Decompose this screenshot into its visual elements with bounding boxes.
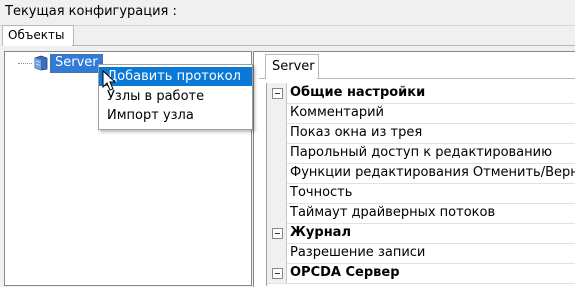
property-row[interactable]: Показ окна из трея bbox=[267, 123, 575, 144]
tab-strip-line-right bbox=[317, 78, 575, 79]
property-row[interactable]: Таймаут драйверных потоков bbox=[267, 203, 575, 224]
menu-item-label: Узлы в работе bbox=[107, 89, 205, 104]
category-label: Журнал bbox=[290, 225, 351, 240]
server-icon bbox=[34, 55, 48, 71]
property-label: Комментарий bbox=[290, 105, 384, 120]
property-row[interactable]: Разрешение записи bbox=[267, 243, 575, 264]
row-gutter bbox=[267, 143, 287, 163]
property-label: Парольный доступ к редактированию bbox=[290, 145, 553, 160]
category-label: OPCDA Сервер bbox=[290, 265, 400, 280]
tree-node-server[interactable]: Server bbox=[50, 54, 103, 73]
tab-strip-line-left bbox=[259, 78, 265, 79]
configuration-title: Текущая конфигурация : bbox=[5, 4, 177, 19]
tab-objects[interactable]: Объекты bbox=[2, 25, 74, 46]
menu-item-label: Добавить протокол bbox=[107, 69, 241, 84]
tree-connector bbox=[18, 63, 32, 65]
row-gutter bbox=[267, 243, 287, 263]
row-gutter bbox=[267, 183, 287, 203]
property-grid[interactable]: Общие настройки Комментарий Показ окна из … bbox=[266, 83, 575, 286]
collapse-minus-icon[interactable] bbox=[272, 88, 283, 99]
property-category-row[interactable]: OPCDA Сервер bbox=[267, 263, 575, 284]
property-row[interactable]: Комментарий bbox=[267, 103, 575, 124]
collapse-minus-icon[interactable] bbox=[272, 268, 283, 279]
row-gutter bbox=[267, 103, 287, 123]
row-gutter bbox=[267, 123, 287, 143]
property-label: Таймаут драйверных потоков bbox=[290, 205, 496, 220]
property-row[interactable]: Парольный доступ к редактированию bbox=[267, 143, 575, 164]
row-gutter bbox=[267, 163, 287, 183]
property-row[interactable]: Точность bbox=[267, 183, 575, 204]
context-menu: Добавить протокол Узлы в работе Импорт у… bbox=[98, 64, 253, 130]
category-label: Общие настройки bbox=[290, 85, 426, 100]
menu-item-import-node[interactable]: Импорт узла bbox=[99, 106, 252, 125]
property-category-row[interactable]: Общие настройки bbox=[267, 83, 575, 104]
property-label: Точность bbox=[290, 185, 353, 200]
tab-server[interactable]: Server bbox=[265, 54, 319, 79]
property-category-row[interactable]: Журнал bbox=[267, 223, 575, 244]
tab-server-label: Server bbox=[272, 59, 315, 74]
menu-item-add-protocol[interactable]: Добавить протокол bbox=[99, 67, 252, 86]
menu-item-nodes-in-work[interactable]: Узлы в работе bbox=[99, 87, 252, 106]
mouse-pointer-icon bbox=[102, 70, 117, 91]
row-gutter bbox=[267, 203, 287, 223]
property-label: Разрешение записи bbox=[290, 245, 426, 260]
property-row[interactable]: Функции редактирования Отменить/Верну bbox=[267, 163, 575, 184]
collapse-minus-icon[interactable] bbox=[272, 228, 283, 239]
tab-objects-label: Объекты bbox=[8, 28, 65, 42]
property-label: Показ окна из трея bbox=[290, 125, 423, 140]
menu-item-label: Импорт узла bbox=[107, 108, 194, 123]
property-label: Функции редактирования Отменить/Верну bbox=[290, 165, 575, 180]
tab-strip-line bbox=[72, 45, 575, 46]
